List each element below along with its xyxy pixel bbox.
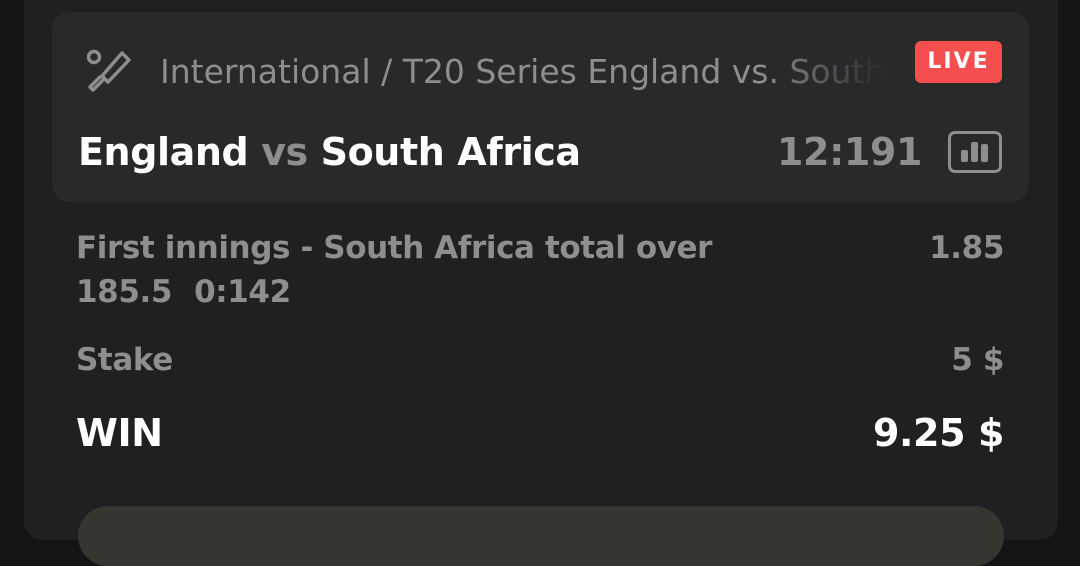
live-badge: LIVE xyxy=(915,41,1002,83)
stats-chart-icon xyxy=(961,142,988,162)
vs-label: vs xyxy=(261,130,308,174)
match-score: 12:191 xyxy=(777,130,922,174)
win-value: 9.25 $ xyxy=(872,411,1004,455)
market-title: First innings - South Africa total over xyxy=(76,230,713,266)
market-description: First innings - South Africa total over 1… xyxy=(76,226,756,314)
breadcrumb: International / T20 Series England vs. S… xyxy=(160,52,884,91)
stake-label: Stake xyxy=(76,342,173,378)
home-team: England xyxy=(78,130,249,174)
odds-value: 1.85 xyxy=(929,230,1004,266)
market-score: 0:142 xyxy=(194,274,291,310)
away-team: South Africa xyxy=(320,130,581,174)
match-title: England vs South Africa xyxy=(78,124,581,180)
stake-value: 5 $ xyxy=(951,342,1004,378)
stats-button[interactable] xyxy=(948,131,1002,173)
cricket-bat-icon xyxy=(84,46,134,96)
bottom-action-button[interactable] xyxy=(78,506,1004,566)
market-line-value: 185.5 xyxy=(76,274,173,310)
win-label: WIN xyxy=(76,411,163,455)
